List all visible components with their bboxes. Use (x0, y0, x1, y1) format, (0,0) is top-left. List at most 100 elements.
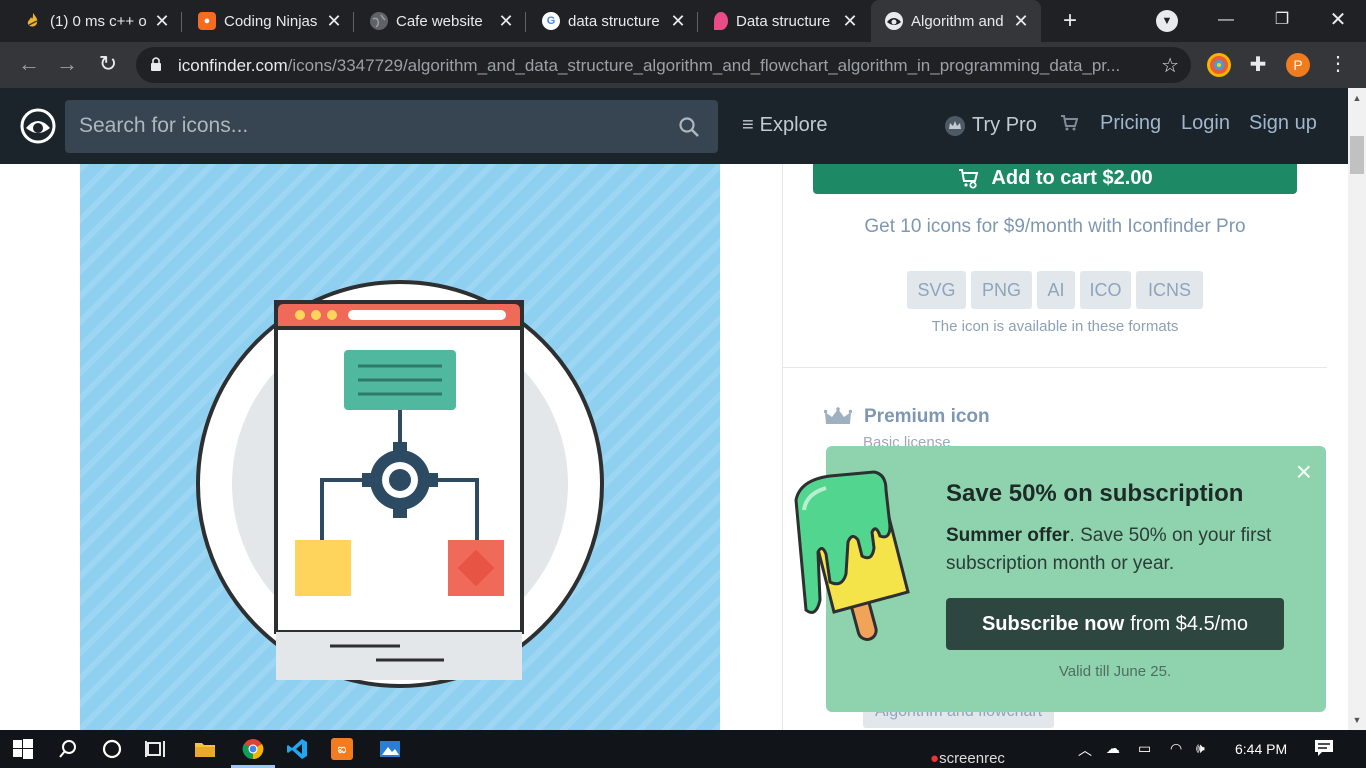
popsicle-icon (794, 470, 910, 641)
url-text: iconfinder.com/icons/3347729/algorithm_a… (178, 56, 1138, 76)
close-icon[interactable]: ✕ (838, 11, 862, 32)
add-to-cart-label: Add to cart $2.00 (991, 166, 1153, 189)
format-ico: ICO (1080, 271, 1131, 309)
restore-icon[interactable]: ❐ (1254, 0, 1310, 42)
google-icon: G (542, 12, 560, 30)
windows-start-icon[interactable] (10, 736, 36, 762)
premium-title: Premium icon (864, 406, 990, 427)
battery-icon[interactable]: ▭ (1138, 740, 1151, 757)
cortana-icon[interactable] (99, 736, 125, 762)
photos-icon[interactable] (377, 736, 403, 762)
wifi-icon[interactable]: ◠ (1170, 740, 1182, 757)
coding-ninjas-icon: ● (198, 12, 216, 30)
new-tab-button[interactable]: + (1056, 8, 1084, 36)
tab-0[interactable]: (1) 0 ms c++ o ✕ (0, 0, 182, 42)
profile-avatar[interactable]: P (1286, 53, 1310, 77)
login-link[interactable]: Login (1181, 112, 1230, 135)
tab-3[interactable]: G data structure ✕ (518, 0, 698, 42)
subscribe-button[interactable]: Subscribe now from $4.5/mo (946, 598, 1284, 650)
cart-icon[interactable] (1060, 114, 1078, 132)
column-divider (782, 164, 783, 730)
cp-flame-icon (24, 12, 42, 30)
tab-2[interactable]: Cafe website ✕ (346, 0, 526, 42)
url-path: /icons/3347729/algorithm_and_data_struct… (287, 56, 1121, 75)
screenrec-label: ●screenrec (930, 750, 1005, 767)
scroll-down-icon[interactable]: ▼ (1348, 712, 1366, 728)
tab-title: data structure (568, 12, 660, 30)
crown-icon (824, 407, 852, 424)
tab-title: Cafe website (396, 12, 483, 30)
window-close-icon[interactable]: ✕ (1310, 0, 1366, 42)
back-icon[interactable]: ← (14, 50, 44, 80)
screen: (1) 0 ms c++ o ✕ ● Coding Ninjas ✕ Cafe … (0, 0, 1366, 768)
windows-taskbar: ಐ ●screenrec ︿ ☁ ▭ ◠ 🕪 6:44 PM (0, 730, 1366, 768)
popup-body: Summer offer. Save 50% on your first sub… (946, 522, 1306, 578)
search-icon[interactable] (55, 736, 81, 762)
tab-title: Algorithm and (911, 12, 1004, 30)
algorithm-flowchart-illustration (196, 280, 604, 688)
xampp-icon[interactable]: ಐ (331, 738, 353, 760)
tab-5-active[interactable]: Algorithm and ✕ (871, 0, 1041, 42)
scroll-up-icon[interactable]: ▲ (1348, 90, 1366, 106)
tab-1[interactable]: ● Coding Ninjas ✕ (174, 0, 354, 42)
tab-title: (1) 0 ms c++ o (50, 12, 147, 30)
site-header: ≡ Explore Try Pro Pricing Login Sign up (0, 88, 1348, 164)
onedrive-icon[interactable]: ☁ (1106, 740, 1120, 757)
signup-link[interactable]: Sign up (1249, 112, 1317, 135)
tab-4[interactable]: Data structure ✕ (690, 0, 870, 42)
extension-color-icon[interactable] (1207, 53, 1231, 77)
valid-till-text: Valid till June 25. (1058, 663, 1172, 680)
add-to-cart-button[interactable]: Add to cart $2.00 (813, 164, 1297, 194)
forward-icon[interactable]: → (52, 50, 82, 80)
cart-plus-icon (959, 169, 979, 189)
search-icon[interactable] (678, 116, 700, 138)
bookmark-star-icon[interactable]: ☆ (1161, 53, 1179, 78)
reload-icon[interactable]: ↻ (93, 50, 123, 80)
volume-icon[interactable]: 🕪 (1196, 740, 1205, 757)
format-list: SVG PNG AI ICO ICNS (907, 271, 1203, 309)
format-icns: ICNS (1136, 271, 1203, 309)
vscode-icon[interactable] (284, 736, 310, 762)
popup-close-icon[interactable]: × (1296, 458, 1312, 486)
chrome-icon[interactable] (240, 736, 266, 762)
minimize-icon[interactable]: — (1198, 0, 1254, 42)
close-icon[interactable]: ✕ (1009, 11, 1033, 32)
page-content: Add to cart $2.00 Get 10 icons for $9/mo… (0, 164, 1348, 730)
close-icon[interactable]: ✕ (322, 11, 346, 32)
iconfinder-logo[interactable] (20, 108, 56, 144)
close-icon[interactable]: ✕ (666, 11, 690, 32)
try-pro-label: Try Pro (972, 114, 1037, 136)
explore-label: Explore (759, 114, 828, 136)
screenrec-text: screenrec (939, 750, 1005, 767)
file-explorer-icon[interactable] (192, 736, 218, 762)
notifications-icon[interactable] (1314, 738, 1334, 761)
menu-dots-icon[interactable]: ⋮ (1326, 53, 1350, 77)
browser-toolbar: ← → ↻ iconfinder.com/icons/3347729/algor… (0, 42, 1366, 88)
pro-offer-text[interactable]: Get 10 icons for $9/month with Iconfinde… (813, 216, 1297, 238)
close-icon[interactable]: ✕ (150, 11, 174, 32)
page-scrollbar[interactable]: ▲ ▼ (1348, 88, 1366, 730)
address-bar[interactable]: iconfinder.com/icons/3347729/algorithm_a… (136, 47, 1191, 83)
search-input[interactable] (79, 110, 659, 142)
try-pro-link[interactable]: Try Pro (944, 114, 1037, 137)
tray-chevron-icon[interactable]: ︿ (1078, 740, 1092, 760)
format-svg: SVG (907, 271, 966, 309)
close-icon[interactable]: ✕ (494, 11, 518, 32)
globe-icon (370, 12, 388, 30)
tab-strip: (1) 0 ms c++ o ✕ ● Coding Ninjas ✕ Cafe … (0, 0, 1366, 42)
screenrec-dot: ● (930, 750, 940, 767)
tab-search-icon[interactable]: ▼ (1156, 10, 1178, 32)
format-ai: AI (1037, 271, 1075, 309)
task-view-icon[interactable] (143, 736, 169, 762)
icon-preview (80, 164, 720, 730)
crown-badge-icon (945, 115, 965, 136)
dribbble-icon (714, 12, 728, 30)
popup-heading: Save 50% on subscription (946, 480, 1244, 507)
extensions-puzzle-icon[interactable]: ✚ (1246, 53, 1270, 77)
section-divider (783, 367, 1327, 368)
iconfinder-icon (885, 12, 903, 30)
pricing-link[interactable]: Pricing (1100, 112, 1161, 135)
scroll-thumb[interactable] (1350, 136, 1364, 174)
explore-menu[interactable]: ≡ Explore (742, 114, 827, 137)
clock-time[interactable]: 6:44 PM (1235, 741, 1287, 757)
